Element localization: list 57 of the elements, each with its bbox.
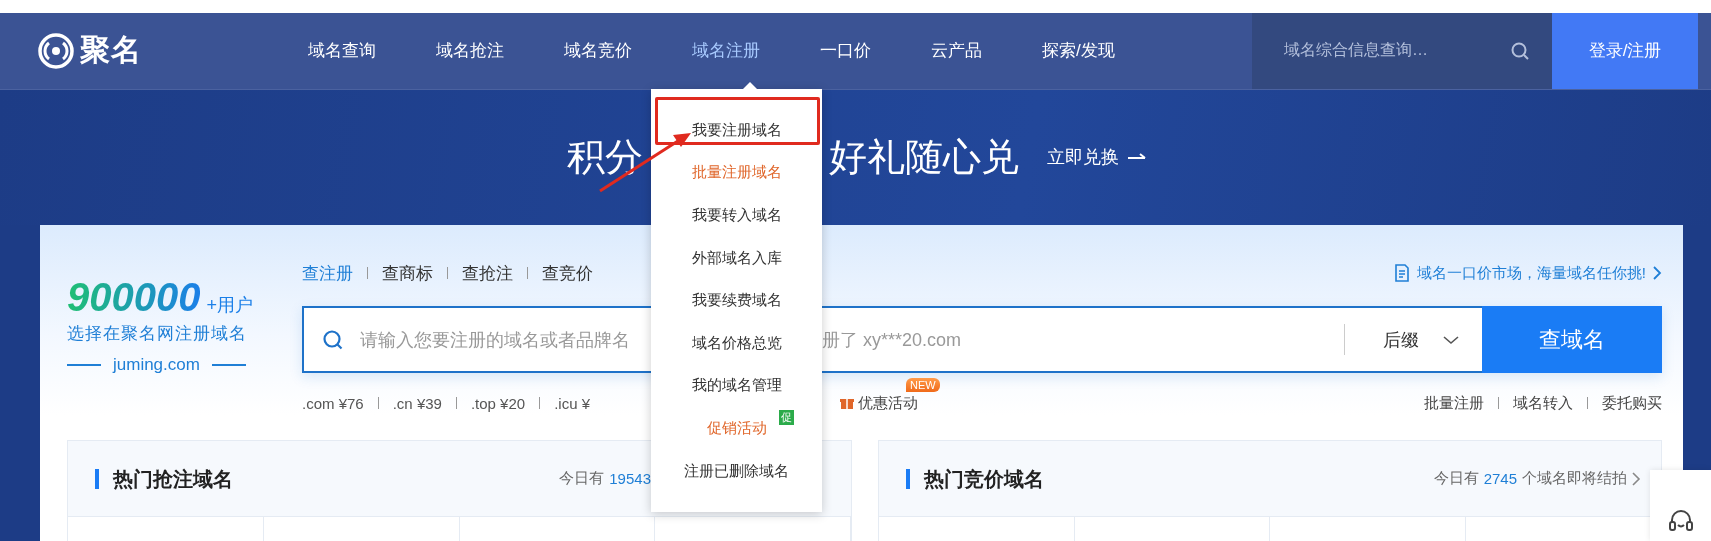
market-link[interactable]: 域名一口价市场，海量域名任你挑!: [1392, 263, 1662, 283]
menu-item[interactable]: 注册已删除域名: [651, 449, 822, 493]
logo-icon: [38, 32, 74, 69]
menu-item[interactable]: 域名价格总览: [651, 321, 822, 365]
placeholder-text: 册了 xy***20.com: [822, 328, 962, 352]
nav-link[interactable]: 域名注册: [662, 13, 790, 89]
quick-link[interactable]: 域名转入: [1513, 393, 1573, 413]
site-name: juming.com: [113, 355, 200, 375]
nav-link[interactable]: 一口价: [790, 13, 901, 89]
menu-item[interactable]: 我要注册域名: [651, 109, 822, 152]
summary-text: 个域名即将结拍: [1522, 469, 1627, 488]
quick-link[interactable]: 批量注册: [1424, 393, 1484, 413]
nav-link[interactable]: 域名竞价: [534, 13, 662, 89]
menu-item[interactable]: 促销活动 促: [651, 407, 822, 450]
promotion-link[interactable]: 优惠活动: [840, 393, 918, 413]
document-icon: [1392, 264, 1411, 282]
tagline: 选择在聚名网注册域名: [67, 323, 248, 345]
price-item: .icu ¥: [554, 394, 590, 412]
search-tab[interactable]: 查竞价: [542, 261, 593, 285]
chevron-icon: [1652, 266, 1662, 280]
search-tab[interactable]: 查抢注: [462, 261, 513, 285]
search-button[interactable]: 查域名: [1482, 306, 1662, 373]
summary-text: 今日有: [559, 469, 605, 488]
menu-item[interactable]: 我要续费域名: [651, 279, 822, 322]
nav-link[interactable]: 探索/发现: [1012, 13, 1145, 89]
chevron-down-icon: [1443, 334, 1459, 345]
summary-count: 19543: [609, 470, 651, 487]
price-item: .top ¥20: [470, 394, 526, 412]
menu-item[interactable]: 外部域名入库: [651, 236, 822, 280]
quick-link[interactable]: 委托购买: [1602, 393, 1662, 413]
summary-text: 今日有: [1433, 469, 1479, 488]
banner-title: 好礼随心兑: [829, 134, 1019, 180]
user-count-suffix: +用户: [206, 294, 253, 317]
search-field[interactable]: 域名综合信息查询…: [1252, 13, 1552, 89]
menu-item[interactable]: 我要转入域名: [651, 194, 822, 237]
panel-title: 热门竞价域名: [906, 468, 1044, 489]
login-button[interactable]: 登录/注册: [1552, 13, 1698, 89]
nav-link[interactable]: 域名查询: [278, 13, 406, 89]
price-item: .cn ¥39: [392, 394, 442, 412]
summary-count: 2745: [1483, 470, 1517, 487]
search-tab[interactable]: 查注册: [302, 261, 353, 285]
price-item: .com ¥76: [302, 394, 364, 412]
nav-link[interactable]: 云产品: [901, 13, 1012, 89]
support-widget[interactable]: [1650, 470, 1711, 541]
nav-link[interactable]: 域名抢注: [406, 13, 534, 89]
panel-title: 热门抢注域名: [95, 468, 233, 489]
gift-icon: [840, 396, 854, 410]
new-badge: NEW: [906, 377, 940, 392]
search-tab[interactable]: 查商标: [382, 261, 433, 285]
menu-item[interactable]: 我的域名管理: [651, 364, 822, 408]
search-icon: [322, 328, 344, 351]
redeem-link[interactable]: 立即兑换: [1047, 145, 1147, 170]
promo-badge: 促: [779, 410, 794, 426]
search-icon[interactable]: [1510, 40, 1530, 61]
logo-text: 聚名: [80, 32, 142, 69]
menu-item[interactable]: 批量注册域名: [651, 151, 822, 195]
chevron-icon[interactable]: [1632, 471, 1641, 486]
